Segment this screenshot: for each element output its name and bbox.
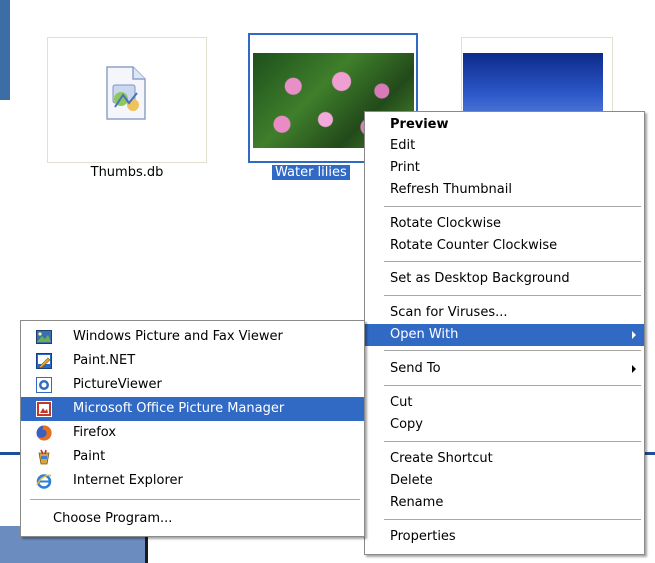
menu-item-label: Send To bbox=[390, 361, 441, 376]
picture-viewer-icon bbox=[36, 330, 52, 344]
submenu-arrow-icon bbox=[632, 365, 636, 373]
menu-item-print[interactable]: Print bbox=[365, 157, 644, 179]
menu-separator bbox=[384, 295, 641, 296]
submenu-arrow-icon bbox=[632, 331, 636, 339]
menu-item-rotate-clockwise[interactable]: Rotate Clockwise bbox=[365, 213, 644, 235]
office-picture-manager-icon bbox=[36, 401, 52, 417]
menu-item-open-with[interactable]: Open With bbox=[365, 324, 644, 346]
menu-item-copy[interactable]: Copy bbox=[365, 414, 644, 436]
item-label: Firefox bbox=[73, 425, 117, 440]
open-with-item-paint[interactable]: Paint bbox=[21, 445, 364, 469]
paint-icon bbox=[38, 449, 50, 465]
open-with-choose-program[interactable]: Choose Program... bbox=[21, 507, 364, 531]
paintdotnet-icon bbox=[36, 353, 52, 369]
menu-item-label: Open With bbox=[390, 327, 459, 342]
menu-item-edit[interactable]: Edit bbox=[365, 135, 644, 157]
menu-item-send-to[interactable]: Send To bbox=[365, 358, 644, 380]
menu-item-delete[interactable]: Delete bbox=[365, 470, 644, 492]
context-menu: Preview Edit Print Refresh Thumbnail Rot… bbox=[364, 111, 645, 555]
open-with-item-windows-picture-viewer[interactable]: Windows Picture and Fax Viewer bbox=[21, 325, 364, 349]
item-label: Microsoft Office Picture Manager bbox=[73, 401, 285, 416]
item-label: Paint bbox=[73, 449, 106, 464]
file-name-selected[interactable]: Water lilies bbox=[272, 165, 350, 180]
open-with-item-paint-net[interactable]: Paint.NET bbox=[21, 349, 364, 373]
internet-explorer-icon bbox=[36, 474, 52, 489]
menu-separator bbox=[30, 499, 360, 500]
menu-separator bbox=[384, 350, 641, 351]
open-with-item-office-picture-manager[interactable]: Microsoft Office Picture Manager bbox=[21, 397, 364, 421]
item-label: Paint.NET bbox=[73, 353, 136, 368]
menu-separator bbox=[384, 385, 641, 386]
pictureviewer-icon bbox=[36, 377, 52, 393]
open-with-item-internet-explorer[interactable]: Internet Explorer bbox=[21, 469, 364, 493]
system-file-icon bbox=[106, 66, 146, 120]
open-with-item-pictureviewer[interactable]: PictureViewer bbox=[21, 373, 364, 397]
menu-separator bbox=[384, 519, 641, 520]
menu-item-rotate-counter-clockwise[interactable]: Rotate Counter Clockwise bbox=[365, 235, 644, 257]
window-edge bbox=[0, 0, 10, 100]
item-label: Windows Picture and Fax Viewer bbox=[73, 329, 283, 344]
file-name[interactable]: Thumbs.db bbox=[47, 165, 207, 180]
menu-item-preview[interactable]: Preview bbox=[365, 114, 644, 136]
menu-separator bbox=[384, 441, 641, 442]
open-with-submenu: Windows Picture and Fax Viewer Paint.NET… bbox=[20, 320, 365, 537]
menu-item-scan-viruses[interactable]: Scan for Viruses... bbox=[365, 302, 644, 324]
menu-item-properties[interactable]: Properties bbox=[365, 526, 644, 548]
menu-separator bbox=[384, 206, 641, 207]
menu-item-set-desktop-background[interactable]: Set as Desktop Background bbox=[365, 268, 644, 290]
open-with-item-firefox[interactable]: Firefox bbox=[21, 421, 364, 445]
menu-item-rename[interactable]: Rename bbox=[365, 492, 644, 514]
menu-item-create-shortcut[interactable]: Create Shortcut bbox=[365, 448, 644, 470]
menu-separator bbox=[384, 261, 641, 262]
firefox-icon bbox=[36, 425, 52, 441]
menu-item-refresh-thumbnail[interactable]: Refresh Thumbnail bbox=[365, 179, 644, 201]
menu-item-cut[interactable]: Cut bbox=[365, 392, 644, 414]
item-label: PictureViewer bbox=[73, 377, 162, 392]
item-label: Internet Explorer bbox=[73, 473, 183, 488]
